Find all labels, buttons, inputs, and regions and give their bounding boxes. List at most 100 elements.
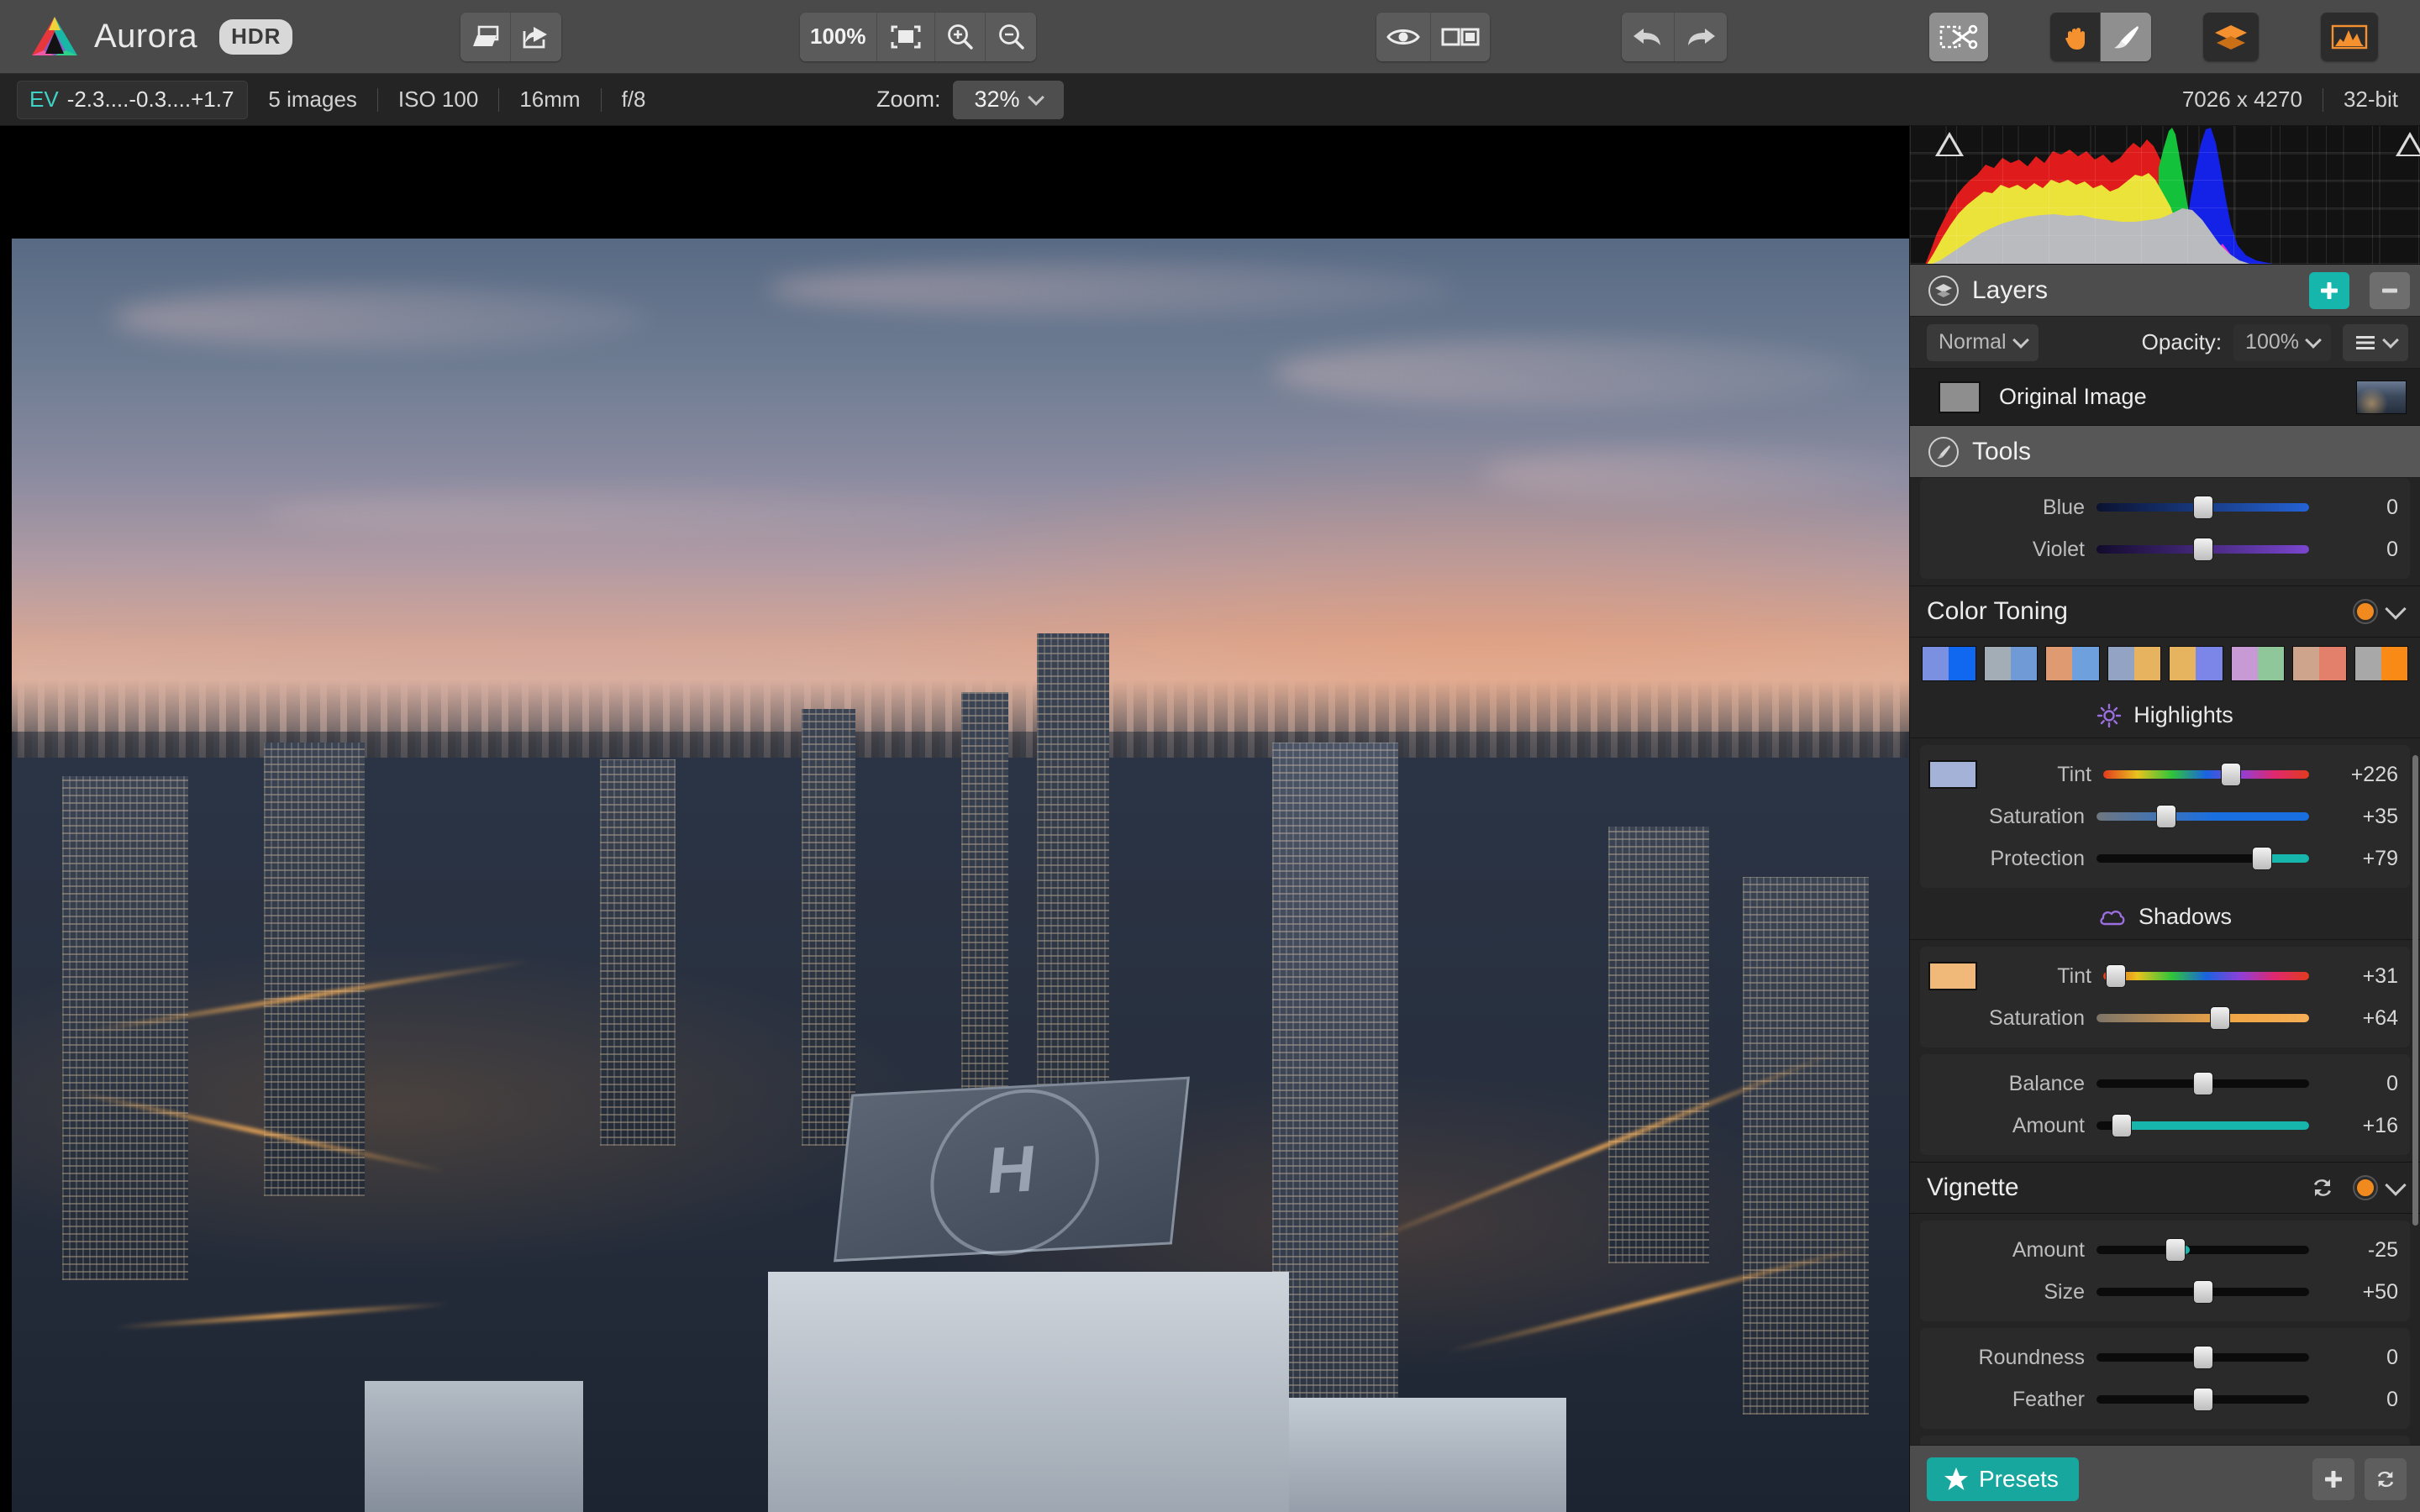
tools-scrollbar[interactable] [2412,755,2418,1226]
layer-name: Original Image [1999,384,2338,410]
slider-row[interactable]: Amount -25 [1920,1229,2410,1271]
layer-mask-swatch[interactable] [1939,381,1981,413]
slider-track[interactable] [2096,812,2309,821]
zoom-select[interactable]: 32% [953,81,1064,119]
redo-button[interactable] [1675,13,1727,61]
zoom-controls-group: 100% [800,13,1036,61]
slider-track[interactable] [2096,1353,2309,1362]
slider-track[interactable] [2096,503,2309,512]
add-preset-button[interactable] [2312,1458,2354,1500]
slider-row[interactable]: Feather 0 [1920,1378,2410,1420]
slider-track[interactable] [2096,1288,2309,1296]
slider-knob[interactable] [2193,496,2213,519]
open-image-button[interactable] [460,13,511,61]
slider-row[interactable]: Saturation +64 [1920,997,2410,1039]
slider-value: 0 [2321,1346,2398,1370]
slider-knob[interactable] [2156,805,2176,828]
slider-knob[interactable] [2252,847,2272,870]
shadow-clip-indicator[interactable] [1935,132,1964,156]
slider-knob[interactable] [2210,1006,2230,1030]
share-button[interactable] [511,13,561,61]
slider-track[interactable] [2096,1246,2309,1254]
slider-row[interactable]: Size +50 [1920,1271,2410,1313]
slider-track[interactable] [2096,1079,2309,1088]
compare-button[interactable] [1431,13,1490,61]
brush-tool-button[interactable] [2101,13,2151,61]
color-toning-swatch[interactable] [2107,646,2162,681]
hand-tool-button[interactable] [2050,13,2101,61]
highlight-clip-indicator[interactable] [2396,132,2420,156]
remove-layer-button[interactable] [2370,272,2410,309]
crop-scissors-icon [1939,24,1978,50]
slider-track[interactable] [2096,1014,2309,1022]
color-toning-swatch[interactable] [2292,646,2347,681]
color-toning-swatch[interactable] [2045,646,2100,681]
layers-panel-button[interactable] [2203,13,2259,61]
slider-label: Violet [1928,538,2085,562]
slider-value: 0 [2321,1072,2398,1096]
slider-track[interactable] [2096,545,2309,554]
layer-menu-button[interactable] [2343,324,2408,361]
color-toning-swatch[interactable] [2354,646,2409,681]
slider-track[interactable] [2103,972,2309,980]
vignette-header[interactable]: Vignette [1910,1162,2420,1214]
highlights-tint-swatch[interactable] [1928,760,1977,789]
slider-row[interactable]: Roundness 0 [1920,1336,2410,1378]
slider-knob[interactable] [2193,538,2213,561]
toggle-dot-icon[interactable] [2354,1177,2376,1199]
slider-row[interactable]: Amount +16 [1920,1105,2410,1147]
slider-knob[interactable] [2193,1280,2213,1304]
color-toning-swatch[interactable] [2169,646,2223,681]
zoom-out-button[interactable] [986,13,1036,61]
opacity-select[interactable]: 100% [2233,324,2331,361]
color-toning-swatch[interactable] [2231,646,2286,681]
slider-row[interactable]: Tint +31 [1920,955,2410,997]
add-layer-button[interactable] [2309,272,2349,309]
vignette-title: Vignette [1927,1173,2299,1202]
color-toning-header[interactable]: Color Toning [1910,585,2420,638]
zoom-in-button[interactable] [935,13,986,61]
slider-knob[interactable] [2106,964,2126,988]
vignette-group-c: Inner Light +17 [1920,1436,2410,1445]
slider-row[interactable]: Inner Light +17 [1920,1444,2410,1445]
shadows-tint-swatch[interactable] [1928,962,1977,990]
slider-knob[interactable] [2221,763,2241,786]
slider-track[interactable] [2096,854,2309,863]
color-toning-swatch[interactable] [1984,646,2039,681]
slider-row[interactable]: Tint +226 [1920,753,2410,795]
fit-to-screen-button[interactable] [877,13,935,61]
chevron-down-icon[interactable] [2385,1174,2406,1195]
slider-label: Saturation [1928,1006,2085,1031]
blend-mode-select[interactable]: Normal [1927,324,2039,361]
image-canvas[interactable] [0,126,1909,1512]
preview-button[interactable] [1376,13,1431,61]
chevron-down-icon[interactable] [2385,598,2406,619]
slider-track[interactable] [2096,1121,2309,1130]
slider-row[interactable]: Blue 0 [1920,486,2410,528]
slider-knob[interactable] [2193,1072,2213,1095]
slider-knob[interactable] [2112,1114,2132,1137]
slider-track[interactable] [2096,1395,2309,1404]
slider-row[interactable]: Saturation +35 [1920,795,2410,837]
histogram-display[interactable] [1910,126,2420,265]
tools-scroll-area[interactable]: Blue 0 Violet 0 [1910,478,2420,1445]
slider-row[interactable]: Violet 0 [1920,528,2410,570]
zoom-100-button[interactable]: 100% [800,13,877,61]
slider-row[interactable]: Balance 0 [1920,1063,2410,1105]
crop-button[interactable] [1929,13,1988,61]
slider-knob[interactable] [2165,1238,2186,1262]
toggle-dot-icon[interactable] [2354,601,2376,622]
minus-icon [2379,280,2401,302]
color-toning-swatch[interactable] [1922,646,1976,681]
presets-button[interactable]: Presets [1927,1457,2079,1501]
slider-row[interactable]: Protection +79 [1920,837,2410,879]
layers-title: Layers [1972,276,2296,305]
divider [377,88,378,112]
sync-presets-button[interactable] [2365,1458,2407,1500]
layer-item-original[interactable]: Original Image [1910,369,2420,426]
slider-track[interactable] [2103,770,2309,779]
histogram-panel-button[interactable] [2321,13,2378,61]
slider-knob[interactable] [2193,1346,2213,1369]
slider-knob[interactable] [2193,1388,2213,1411]
undo-button[interactable] [1622,13,1675,61]
